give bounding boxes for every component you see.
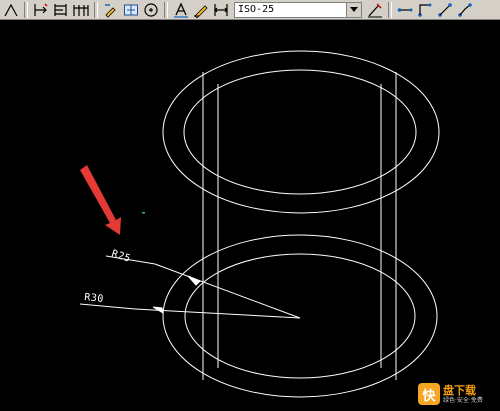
ordinate-icon[interactable]	[416, 1, 434, 19]
dim-style-dropdown[interactable]: ISO-25	[234, 1, 362, 18]
toolbar-separator	[164, 1, 168, 18]
dimension-toolbar: ISO-25	[0, 0, 500, 20]
leader-icon[interactable]	[396, 1, 414, 19]
center-mark-icon[interactable]	[142, 1, 160, 19]
dim-text-edit-icon[interactable]	[172, 1, 190, 19]
dim-baseline-icon[interactable]	[52, 1, 70, 19]
toolbar-separator	[388, 1, 392, 18]
arc-length-icon[interactable]	[436, 1, 454, 19]
dim-style-icon[interactable]	[212, 1, 230, 19]
cursor-mark	[142, 212, 145, 214]
r30-dimension-text: R30	[84, 292, 105, 305]
toolbar-separator	[94, 1, 98, 18]
dim-tolerance-icon[interactable]	[122, 1, 140, 19]
toolbar-separator	[24, 1, 28, 18]
watermark-subtitle: 绿色·安全·免费	[443, 396, 483, 404]
watermark-logo: 快	[418, 383, 440, 405]
dim-aligned-icon[interactable]	[32, 1, 50, 19]
canvas-background	[0, 20, 500, 411]
dim-edit-icon[interactable]	[102, 1, 120, 19]
dim-style-value: ISO-25	[238, 3, 275, 15]
jogged-icon[interactable]	[456, 1, 474, 19]
dim-update-icon[interactable]	[192, 1, 210, 19]
dim-linear-icon[interactable]	[2, 1, 20, 19]
dim-continue-icon[interactable]	[72, 1, 90, 19]
dim-style-manager-icon[interactable]	[366, 1, 384, 19]
chevron-down-icon[interactable]	[346, 2, 361, 17]
watermark-title: 盘下载	[443, 383, 476, 397]
drawing-canvas[interactable]: R25 R30	[0, 20, 500, 411]
watermark: 快 盘下载 绿色·安全·免费	[418, 381, 496, 407]
